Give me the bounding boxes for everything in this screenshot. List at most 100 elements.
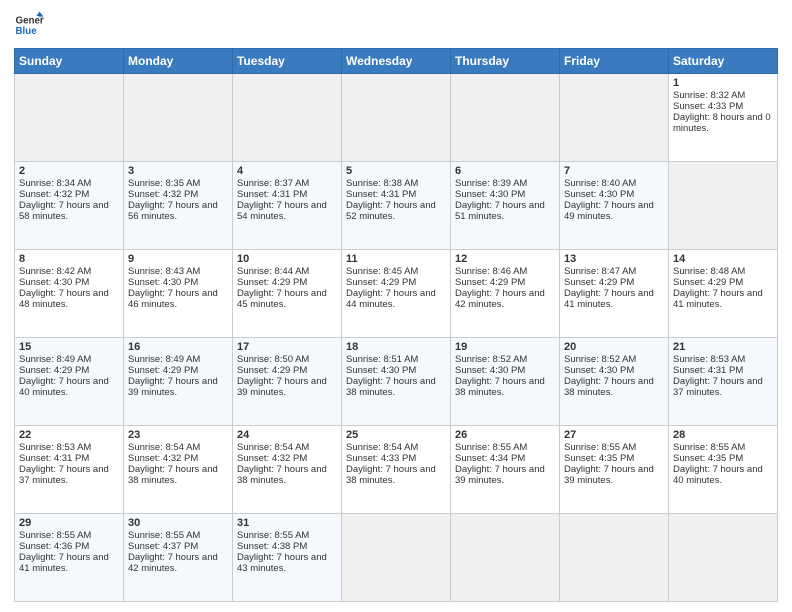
calendar-cell: 3Sunrise: 8:35 AMSunset: 4:32 PMDaylight… bbox=[124, 162, 233, 250]
daylight-text: Daylight: 8 hours and 0 minutes. bbox=[673, 112, 771, 134]
sunrise-text: Sunrise: 8:55 AM bbox=[128, 530, 200, 541]
sunrise-text: Sunrise: 8:53 AM bbox=[19, 442, 91, 453]
day-number: 26 bbox=[455, 429, 555, 441]
day-number: 28 bbox=[673, 429, 773, 441]
sunrise-text: Sunrise: 8:32 AM bbox=[673, 90, 745, 101]
sunrise-text: Sunrise: 8:52 AM bbox=[564, 354, 636, 365]
daylight-text: Daylight: 7 hours and 39 minutes. bbox=[128, 376, 218, 398]
calendar-cell: 18Sunrise: 8:51 AMSunset: 4:30 PMDayligh… bbox=[342, 338, 451, 426]
sunrise-text: Sunrise: 8:52 AM bbox=[455, 354, 527, 365]
day-number: 3 bbox=[128, 165, 228, 177]
day-header-thursday: Thursday bbox=[451, 49, 560, 74]
daylight-text: Daylight: 7 hours and 38 minutes. bbox=[346, 376, 436, 398]
sunset-text: Sunset: 4:29 PM bbox=[237, 365, 307, 376]
calendar-cell: 26Sunrise: 8:55 AMSunset: 4:34 PMDayligh… bbox=[451, 426, 560, 514]
calendar-cell: 30Sunrise: 8:55 AMSunset: 4:37 PMDayligh… bbox=[124, 514, 233, 602]
day-number: 23 bbox=[128, 429, 228, 441]
daylight-text: Daylight: 7 hours and 40 minutes. bbox=[19, 376, 109, 398]
sunrise-text: Sunrise: 8:39 AM bbox=[455, 178, 527, 189]
sunrise-text: Sunrise: 8:46 AM bbox=[455, 266, 527, 277]
sunrise-text: Sunrise: 8:55 AM bbox=[19, 530, 91, 541]
day-number: 24 bbox=[237, 429, 337, 441]
svg-text:Blue: Blue bbox=[16, 26, 38, 37]
sunrise-text: Sunrise: 8:37 AM bbox=[237, 178, 309, 189]
calendar-cell bbox=[669, 162, 778, 250]
sunset-text: Sunset: 4:32 PM bbox=[128, 453, 198, 464]
day-header-wednesday: Wednesday bbox=[342, 49, 451, 74]
sunrise-text: Sunrise: 8:42 AM bbox=[19, 266, 91, 277]
calendar-cell: 10Sunrise: 8:44 AMSunset: 4:29 PMDayligh… bbox=[233, 250, 342, 338]
calendar-cell: 8Sunrise: 8:42 AMSunset: 4:30 PMDaylight… bbox=[15, 250, 124, 338]
sunset-text: Sunset: 4:30 PM bbox=[455, 189, 525, 200]
sunset-text: Sunset: 4:29 PM bbox=[128, 365, 198, 376]
sunrise-text: Sunrise: 8:55 AM bbox=[564, 442, 636, 453]
sunset-text: Sunset: 4:29 PM bbox=[455, 277, 525, 288]
sunset-text: Sunset: 4:32 PM bbox=[128, 189, 198, 200]
sunrise-text: Sunrise: 8:47 AM bbox=[564, 266, 636, 277]
sunset-text: Sunset: 4:30 PM bbox=[19, 277, 89, 288]
daylight-text: Daylight: 7 hours and 41 minutes. bbox=[673, 288, 763, 310]
sunrise-text: Sunrise: 8:44 AM bbox=[237, 266, 309, 277]
day-number: 8 bbox=[19, 253, 119, 265]
daylight-text: Daylight: 7 hours and 39 minutes. bbox=[564, 464, 654, 486]
sunrise-text: Sunrise: 8:54 AM bbox=[237, 442, 309, 453]
day-number: 11 bbox=[346, 253, 446, 265]
calendar-cell: 16Sunrise: 8:49 AMSunset: 4:29 PMDayligh… bbox=[124, 338, 233, 426]
daylight-text: Daylight: 7 hours and 38 minutes. bbox=[237, 464, 327, 486]
day-header-friday: Friday bbox=[560, 49, 669, 74]
sunset-text: Sunset: 4:31 PM bbox=[237, 189, 307, 200]
day-number: 29 bbox=[19, 517, 119, 529]
daylight-text: Daylight: 7 hours and 38 minutes. bbox=[128, 464, 218, 486]
sunset-text: Sunset: 4:31 PM bbox=[346, 189, 416, 200]
sunrise-text: Sunrise: 8:51 AM bbox=[346, 354, 418, 365]
calendar-cell bbox=[560, 74, 669, 162]
daylight-text: Daylight: 7 hours and 42 minutes. bbox=[128, 552, 218, 574]
daylight-text: Daylight: 7 hours and 52 minutes. bbox=[346, 200, 436, 222]
day-number: 13 bbox=[564, 253, 664, 265]
calendar-cell: 6Sunrise: 8:39 AMSunset: 4:30 PMDaylight… bbox=[451, 162, 560, 250]
sunset-text: Sunset: 4:30 PM bbox=[564, 189, 634, 200]
calendar-cell bbox=[451, 514, 560, 602]
calendar-cell: 13Sunrise: 8:47 AMSunset: 4:29 PMDayligh… bbox=[560, 250, 669, 338]
sunset-text: Sunset: 4:30 PM bbox=[564, 365, 634, 376]
sunset-text: Sunset: 4:29 PM bbox=[673, 277, 743, 288]
calendar-cell: 12Sunrise: 8:46 AMSunset: 4:29 PMDayligh… bbox=[451, 250, 560, 338]
day-number: 9 bbox=[128, 253, 228, 265]
daylight-text: Daylight: 7 hours and 41 minutes. bbox=[19, 552, 109, 574]
calendar-cell: 21Sunrise: 8:53 AMSunset: 4:31 PMDayligh… bbox=[669, 338, 778, 426]
sunrise-text: Sunrise: 8:49 AM bbox=[128, 354, 200, 365]
day-number: 2 bbox=[19, 165, 119, 177]
sunset-text: Sunset: 4:36 PM bbox=[19, 541, 89, 552]
sunset-text: Sunset: 4:34 PM bbox=[455, 453, 525, 464]
sunset-text: Sunset: 4:29 PM bbox=[19, 365, 89, 376]
sunset-text: Sunset: 4:31 PM bbox=[673, 365, 743, 376]
daylight-text: Daylight: 7 hours and 56 minutes. bbox=[128, 200, 218, 222]
calendar-cell bbox=[342, 514, 451, 602]
calendar-cell: 27Sunrise: 8:55 AMSunset: 4:35 PMDayligh… bbox=[560, 426, 669, 514]
calendar-cell: 23Sunrise: 8:54 AMSunset: 4:32 PMDayligh… bbox=[124, 426, 233, 514]
day-number: 18 bbox=[346, 341, 446, 353]
sunrise-text: Sunrise: 8:53 AM bbox=[673, 354, 745, 365]
day-number: 12 bbox=[455, 253, 555, 265]
sunrise-text: Sunrise: 8:48 AM bbox=[673, 266, 745, 277]
sunset-text: Sunset: 4:30 PM bbox=[455, 365, 525, 376]
sunset-text: Sunset: 4:33 PM bbox=[673, 101, 743, 112]
sunset-text: Sunset: 4:38 PM bbox=[237, 541, 307, 552]
calendar-cell: 29Sunrise: 8:55 AMSunset: 4:36 PMDayligh… bbox=[15, 514, 124, 602]
daylight-text: Daylight: 7 hours and 39 minutes. bbox=[455, 464, 545, 486]
daylight-text: Daylight: 7 hours and 42 minutes. bbox=[455, 288, 545, 310]
sunrise-text: Sunrise: 8:55 AM bbox=[673, 442, 745, 453]
calendar-cell: 14Sunrise: 8:48 AMSunset: 4:29 PMDayligh… bbox=[669, 250, 778, 338]
calendar-cell bbox=[15, 74, 124, 162]
day-number: 22 bbox=[19, 429, 119, 441]
sunrise-text: Sunrise: 8:49 AM bbox=[19, 354, 91, 365]
daylight-text: Daylight: 7 hours and 43 minutes. bbox=[237, 552, 327, 574]
daylight-text: Daylight: 7 hours and 38 minutes. bbox=[455, 376, 545, 398]
calendar-cell bbox=[233, 74, 342, 162]
sunset-text: Sunset: 4:30 PM bbox=[346, 365, 416, 376]
sunset-text: Sunset: 4:31 PM bbox=[19, 453, 89, 464]
day-number: 30 bbox=[128, 517, 228, 529]
logo-icon: General Blue bbox=[14, 10, 44, 40]
sunset-text: Sunset: 4:32 PM bbox=[19, 189, 89, 200]
calendar-cell: 17Sunrise: 8:50 AMSunset: 4:29 PMDayligh… bbox=[233, 338, 342, 426]
